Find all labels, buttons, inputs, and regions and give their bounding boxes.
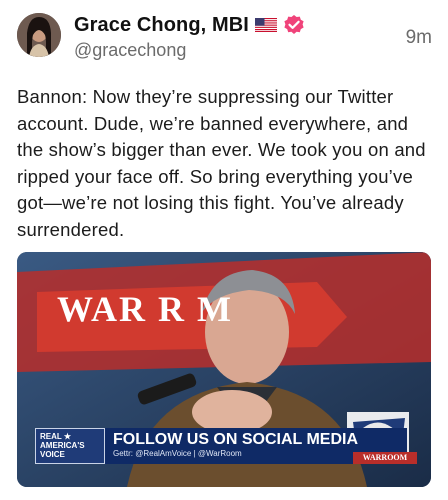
verified-badge-icon [283, 14, 305, 36]
us-flag-icon [254, 18, 277, 32]
author-handle[interactable]: @gracechong [74, 40, 186, 61]
author-row: Grace Chong, MBI [74, 12, 305, 38]
warroom-logo: WARROOM [353, 412, 417, 464]
post-video[interactable]: WAR R M REAL ★ AMERICA'S VOICE FOLLOW US… [17, 252, 431, 487]
post-card[interactable]: Grace Chong, MBI @gracechong 9m Bannon: … [0, 0, 448, 500]
lower-third-banner: REAL ★ AMERICA'S VOICE FOLLOW US ON SOCI… [35, 428, 407, 464]
author-name[interactable]: Grace Chong, MBI [74, 14, 249, 37]
post-timestamp: 9m [405, 27, 432, 48]
backdrop-war-room-text: WAR R M [57, 289, 233, 329]
real-americas-voice-logo: REAL ★ AMERICA'S VOICE [35, 428, 105, 464]
avatar[interactable] [17, 13, 61, 57]
post-text: Bannon: Now they’re suppressing our Twit… [17, 86, 426, 240]
warroom-logo-text: WARROOM [353, 452, 417, 464]
